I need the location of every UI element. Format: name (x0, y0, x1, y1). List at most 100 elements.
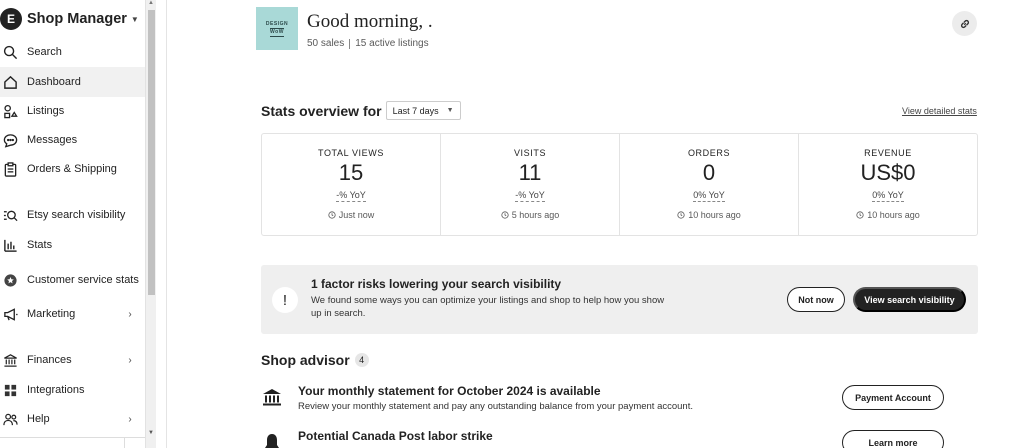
clock-icon (501, 211, 509, 219)
sidebar-item-integrations[interactable]: Integrations (0, 381, 145, 400)
sidebar-item-label: Dashboard (27, 75, 81, 88)
sidebar-item-dashboard[interactable]: Dashboard (0, 67, 145, 97)
view-detailed-stats-link[interactable]: View detailed stats (902, 106, 977, 116)
stat-visits[interactable]: VISITS 11 -% YoY 5 hours ago (441, 134, 620, 235)
stat-updated-text: 5 hours ago (511, 210, 560, 220)
payment-account-button[interactable]: Payment Account (842, 385, 944, 410)
stat-updated: Just now (328, 210, 374, 220)
stat-label: VISITS (513, 148, 547, 158)
stat-label: ORDERS (687, 148, 731, 158)
stat-value: 11 (518, 160, 542, 185)
sidebar-item-finances[interactable]: Finances › (0, 351, 145, 370)
scroll-down-arrow-icon[interactable]: ▼ (148, 430, 154, 436)
banner-description: We found some ways you can optimize your… (311, 295, 665, 319)
sidebar-item-label: Messages (27, 134, 78, 146)
caret-down-icon: ▼ (446, 107, 454, 114)
stat-orders[interactable]: ORDERS 0 0% YoY 10 hours ago (620, 134, 799, 235)
shop-logo[interactable]: DESIGN WoW (256, 7, 298, 50)
stat-updated-text: 10 hours ago (867, 210, 920, 220)
link-icon (960, 19, 969, 28)
search-icon (0, 44, 27, 62)
stat-updated: 10 hours ago (677, 210, 741, 220)
date-range-select[interactable]: Last 7 days ▼ (385, 101, 461, 120)
sidebar-item-marketing[interactable]: Marketing › (0, 305, 145, 324)
stats-overview-card: TOTAL VIEWS 15 -% YoY Just now VISITS 11… (261, 133, 978, 236)
sidebar-item-label: Search (27, 46, 62, 58)
sales-count: 50 sales (307, 38, 345, 49)
meta-separator (349, 38, 351, 49)
alert-icon: ! (272, 287, 298, 313)
clock-icon (328, 211, 336, 219)
caret-down-icon: ▼ (130, 14, 139, 24)
scrollbar-thumb[interactable] (148, 10, 155, 295)
stat-label: REVENUE (864, 148, 912, 158)
sidebar-item-label: Listings (27, 105, 65, 117)
stat-yoy[interactable]: -% YoY (336, 190, 366, 202)
stat-value: 0 (702, 160, 716, 185)
stat-yoy[interactable]: 0% YoY (693, 190, 725, 202)
clipboard-icon (0, 161, 27, 179)
stat-yoy[interactable]: 0% YoY (872, 190, 904, 202)
sidebar-scrollbar[interactable]: ▲ ▼ (145, 0, 156, 448)
sidebar: E Shop Manager ▼ Search Dashboard Listin… (0, 0, 145, 448)
sidebar-item-orders-shipping[interactable]: Orders & Shipping (0, 160, 145, 179)
stat-label: TOTAL VIEWS (318, 148, 384, 158)
bank-icon (0, 352, 27, 370)
sidebar-item-customer-service-stats[interactable]: Customer service stats (0, 266, 145, 294)
bell-icon (262, 432, 282, 448)
stat-value: 15 (338, 160, 364, 185)
sidebar-item-messages[interactable]: Messages (0, 131, 145, 150)
stat-updated: 5 hours ago (501, 210, 560, 220)
bank-icon (262, 387, 282, 407)
stats-overview-title: Stats overview for (261, 102, 382, 119)
shop-advisor-count-badge: 4 (354, 353, 369, 367)
people-icon (0, 411, 27, 429)
shop-manager-menu[interactable]: E Shop Manager ▼ (0, 7, 139, 31)
main-content: DESIGN WoW Good morning, . 50 sales 15 a… (167, 0, 1024, 448)
stats-overview-header: Stats overview for Last 7 days ▼ (261, 101, 461, 120)
stat-updated: 10 hours ago (856, 210, 920, 220)
clock-icon (677, 211, 685, 219)
scroll-up-arrow-icon[interactable]: ▲ (148, 0, 154, 6)
sidebar-item-listings[interactable]: Listings (0, 102, 145, 121)
clock-icon (856, 211, 864, 219)
megaphone-icon (0, 306, 27, 324)
sidebar-item-label: Etsy search visibility (27, 209, 126, 221)
banner-title: 1 factor risks lowering your search visi… (311, 277, 562, 291)
learn-more-button[interactable]: Learn more (842, 430, 944, 448)
sidebar-item-label: Marketing (27, 308, 76, 320)
copy-link-button[interactable] (952, 11, 977, 36)
star-badge-icon (0, 271, 27, 289)
shop-advisor-title: Shop advisor (261, 352, 350, 368)
sidebar-item-label: Orders & Shipping (27, 163, 117, 175)
sidebar-item-label: Stats (27, 239, 53, 251)
chevron-right-icon: › (128, 355, 132, 366)
date-range-value: Last 7 days (392, 105, 439, 116)
sidebar-footer-separator (124, 437, 125, 448)
shop-manager-title: Shop Manager (27, 11, 127, 27)
greeting-title: Good morning, . (307, 11, 433, 32)
etsy-logo-icon: E (0, 8, 22, 30)
sidebar-item-label: Integrations (27, 384, 85, 396)
sidebar-item-help[interactable]: Help › (0, 410, 145, 429)
sidebar-item-stats[interactable]: Stats (0, 236, 145, 255)
view-search-visibility-button[interactable]: View search visibility (853, 287, 966, 312)
sidebar-item-search[interactable]: Search (0, 43, 145, 62)
shop-advisor-header: Shop advisor 4 (261, 352, 369, 368)
sidebar-item-etsy-search-visibility[interactable]: Etsy search visibility (0, 206, 145, 225)
chevron-right-icon: › (128, 414, 132, 425)
stat-revenue[interactable]: REVENUE US$0 0% YoY 10 hours ago (799, 134, 977, 235)
shop-meta: 50 sales 15 active listings (307, 38, 429, 49)
listings-icon (0, 103, 27, 121)
advisor-item-title: Your monthly statement for October 2024 … (298, 384, 601, 398)
search-visibility-banner: ! 1 factor risks lowering your search vi… (261, 265, 978, 334)
stat-updated-text: 10 hours ago (688, 210, 741, 220)
sidebar-item-label: Customer service stats (27, 273, 139, 286)
not-now-button[interactable]: Not now (787, 287, 845, 312)
shop-logo-text: DESIGN (265, 20, 289, 27)
sidebar-item-label: Finances (27, 354, 72, 366)
grid-icon (0, 382, 27, 400)
stat-total-views[interactable]: TOTAL VIEWS 15 -% YoY Just now (262, 134, 441, 235)
search-visibility-icon (0, 207, 27, 225)
stat-yoy[interactable]: -% YoY (515, 190, 545, 202)
